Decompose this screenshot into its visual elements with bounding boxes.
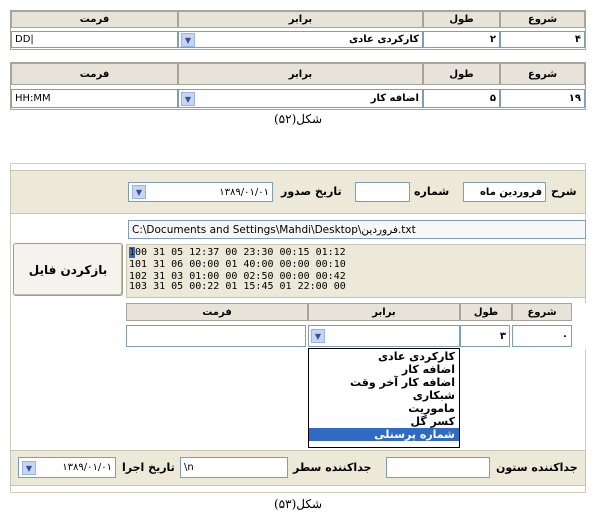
issue-date-value: ۱۳۸۹/۰۱/۰۱ xyxy=(219,186,269,198)
file-path-field[interactable]: C:\Documents and Settings\Mahdi\Desktop\… xyxy=(128,220,586,239)
col-header-equal: برابر xyxy=(308,303,460,321)
figure-caption-52: شکل(۵۲) xyxy=(273,112,323,126)
equal-select-value: کارکردی عادی xyxy=(348,34,419,45)
column-separator-label: جداکننده ستون xyxy=(496,461,578,474)
col-header-start: شروع xyxy=(512,303,572,321)
description-label: شرح xyxy=(551,185,577,198)
length-input[interactable]: ۵ xyxy=(423,89,500,108)
chevron-down-icon[interactable]: ▼ xyxy=(311,329,325,343)
mapping-grid: فرمت برابر طول شروع ▼ ۳ ۰ xyxy=(126,303,586,349)
equal-dropdown-list[interactable]: کارکردی عادی اضافه کار اضافه کار آخر وقت… xyxy=(308,348,460,448)
description-input[interactable]: فروردین ماه xyxy=(463,182,546,202)
col-header-length: طول xyxy=(423,63,500,85)
format-input[interactable]: DD| xyxy=(11,31,178,48)
equal-select-value: اضافه کار xyxy=(370,93,419,104)
col-header-format: فرمت xyxy=(11,63,178,85)
dropdown-option[interactable]: اضافه کار آخر وقت xyxy=(309,376,459,389)
col-header-format: فرمت xyxy=(126,303,308,321)
file-line: 1100 31 05 12:37 00 23:30 00:15 01:12 xyxy=(129,247,583,259)
col-header-length: طول xyxy=(460,303,512,321)
fig52-table2: فرمت برابر طول شروع HH:MM اضافه کار ▼ ۵ … xyxy=(10,62,586,110)
run-date-label: تاریخ اجرا xyxy=(122,461,175,474)
format-input[interactable]: HH:MM xyxy=(11,89,178,108)
start-input[interactable]: ۱۹ xyxy=(500,89,585,108)
number-label: شماره xyxy=(414,185,450,198)
file-preview[interactable]: 1100 31 05 12:37 00 23:30 00:15 01:12 10… xyxy=(126,244,586,298)
dropdown-option-selected[interactable]: شماره پرسنلی xyxy=(309,428,459,441)
fig52-table1: فرمت برابر طول شروع DD| کارکردی عادی ▼ ۲… xyxy=(10,10,586,50)
row-separator-input[interactable]: \n xyxy=(180,457,288,478)
dropdown-option[interactable]: شبکاری xyxy=(309,389,459,402)
run-date-value: ۱۳۸۹/۰۱/۰۱ xyxy=(62,462,112,473)
number-input[interactable] xyxy=(355,182,410,202)
column-separator-input[interactable] xyxy=(386,457,490,478)
file-line-text: 100 31 05 12:37 00 23:30 00:15 01:12 xyxy=(128,247,346,258)
row-separator-label: جداکننده سطر xyxy=(293,461,372,474)
file-line: 101 31 06 00:00 01 40:00 00:00 00:10 xyxy=(129,259,346,270)
start-input[interactable]: ۴ xyxy=(500,31,585,48)
equal-select[interactable]: کارکردی عادی ▼ xyxy=(178,31,423,48)
col-header-length: طول xyxy=(423,11,500,28)
open-file-button[interactable]: بازکردن فایل xyxy=(13,243,123,296)
col-header-equal: برابر xyxy=(178,11,423,28)
col-header-start: شروع xyxy=(500,63,585,85)
length-input[interactable]: ۳ xyxy=(460,325,510,347)
dropdown-option[interactable]: اضافه کار xyxy=(309,363,459,376)
issue-date-picker[interactable]: ۱۳۸۹/۰۱/۰۱ ▼ xyxy=(128,182,273,202)
col-header-format: فرمت xyxy=(11,11,178,28)
chevron-down-icon[interactable]: ▼ xyxy=(22,461,36,475)
format-input[interactable] xyxy=(126,325,306,347)
equal-select[interactable]: اضافه کار ▼ xyxy=(178,89,423,108)
chevron-down-icon[interactable]: ▼ xyxy=(181,33,195,47)
dropdown-option[interactable]: کسر گل xyxy=(309,415,459,428)
dropdown-option[interactable]: کارکردی عادی xyxy=(309,350,459,363)
dropdown-option[interactable]: ماموریت xyxy=(309,402,459,415)
run-date-picker[interactable]: ۱۳۸۹/۰۱/۰۱ ▼ xyxy=(18,457,116,478)
equal-select[interactable]: ▼ xyxy=(308,325,460,347)
col-header-equal: برابر xyxy=(178,63,423,85)
chevron-down-icon[interactable]: ▼ xyxy=(132,185,146,199)
chevron-down-icon[interactable]: ▼ xyxy=(181,92,195,106)
length-input[interactable]: ۲ xyxy=(423,31,500,48)
figure-caption-53: شکل(۵۳) xyxy=(273,497,323,511)
col-header-start: شروع xyxy=(500,11,585,28)
start-input[interactable]: ۰ xyxy=(512,325,572,347)
issue-date-label: تاریخ صدور xyxy=(281,185,342,198)
file-line: 103 31 05 00:22 01 15:45 01 22:00 00 xyxy=(129,281,346,292)
